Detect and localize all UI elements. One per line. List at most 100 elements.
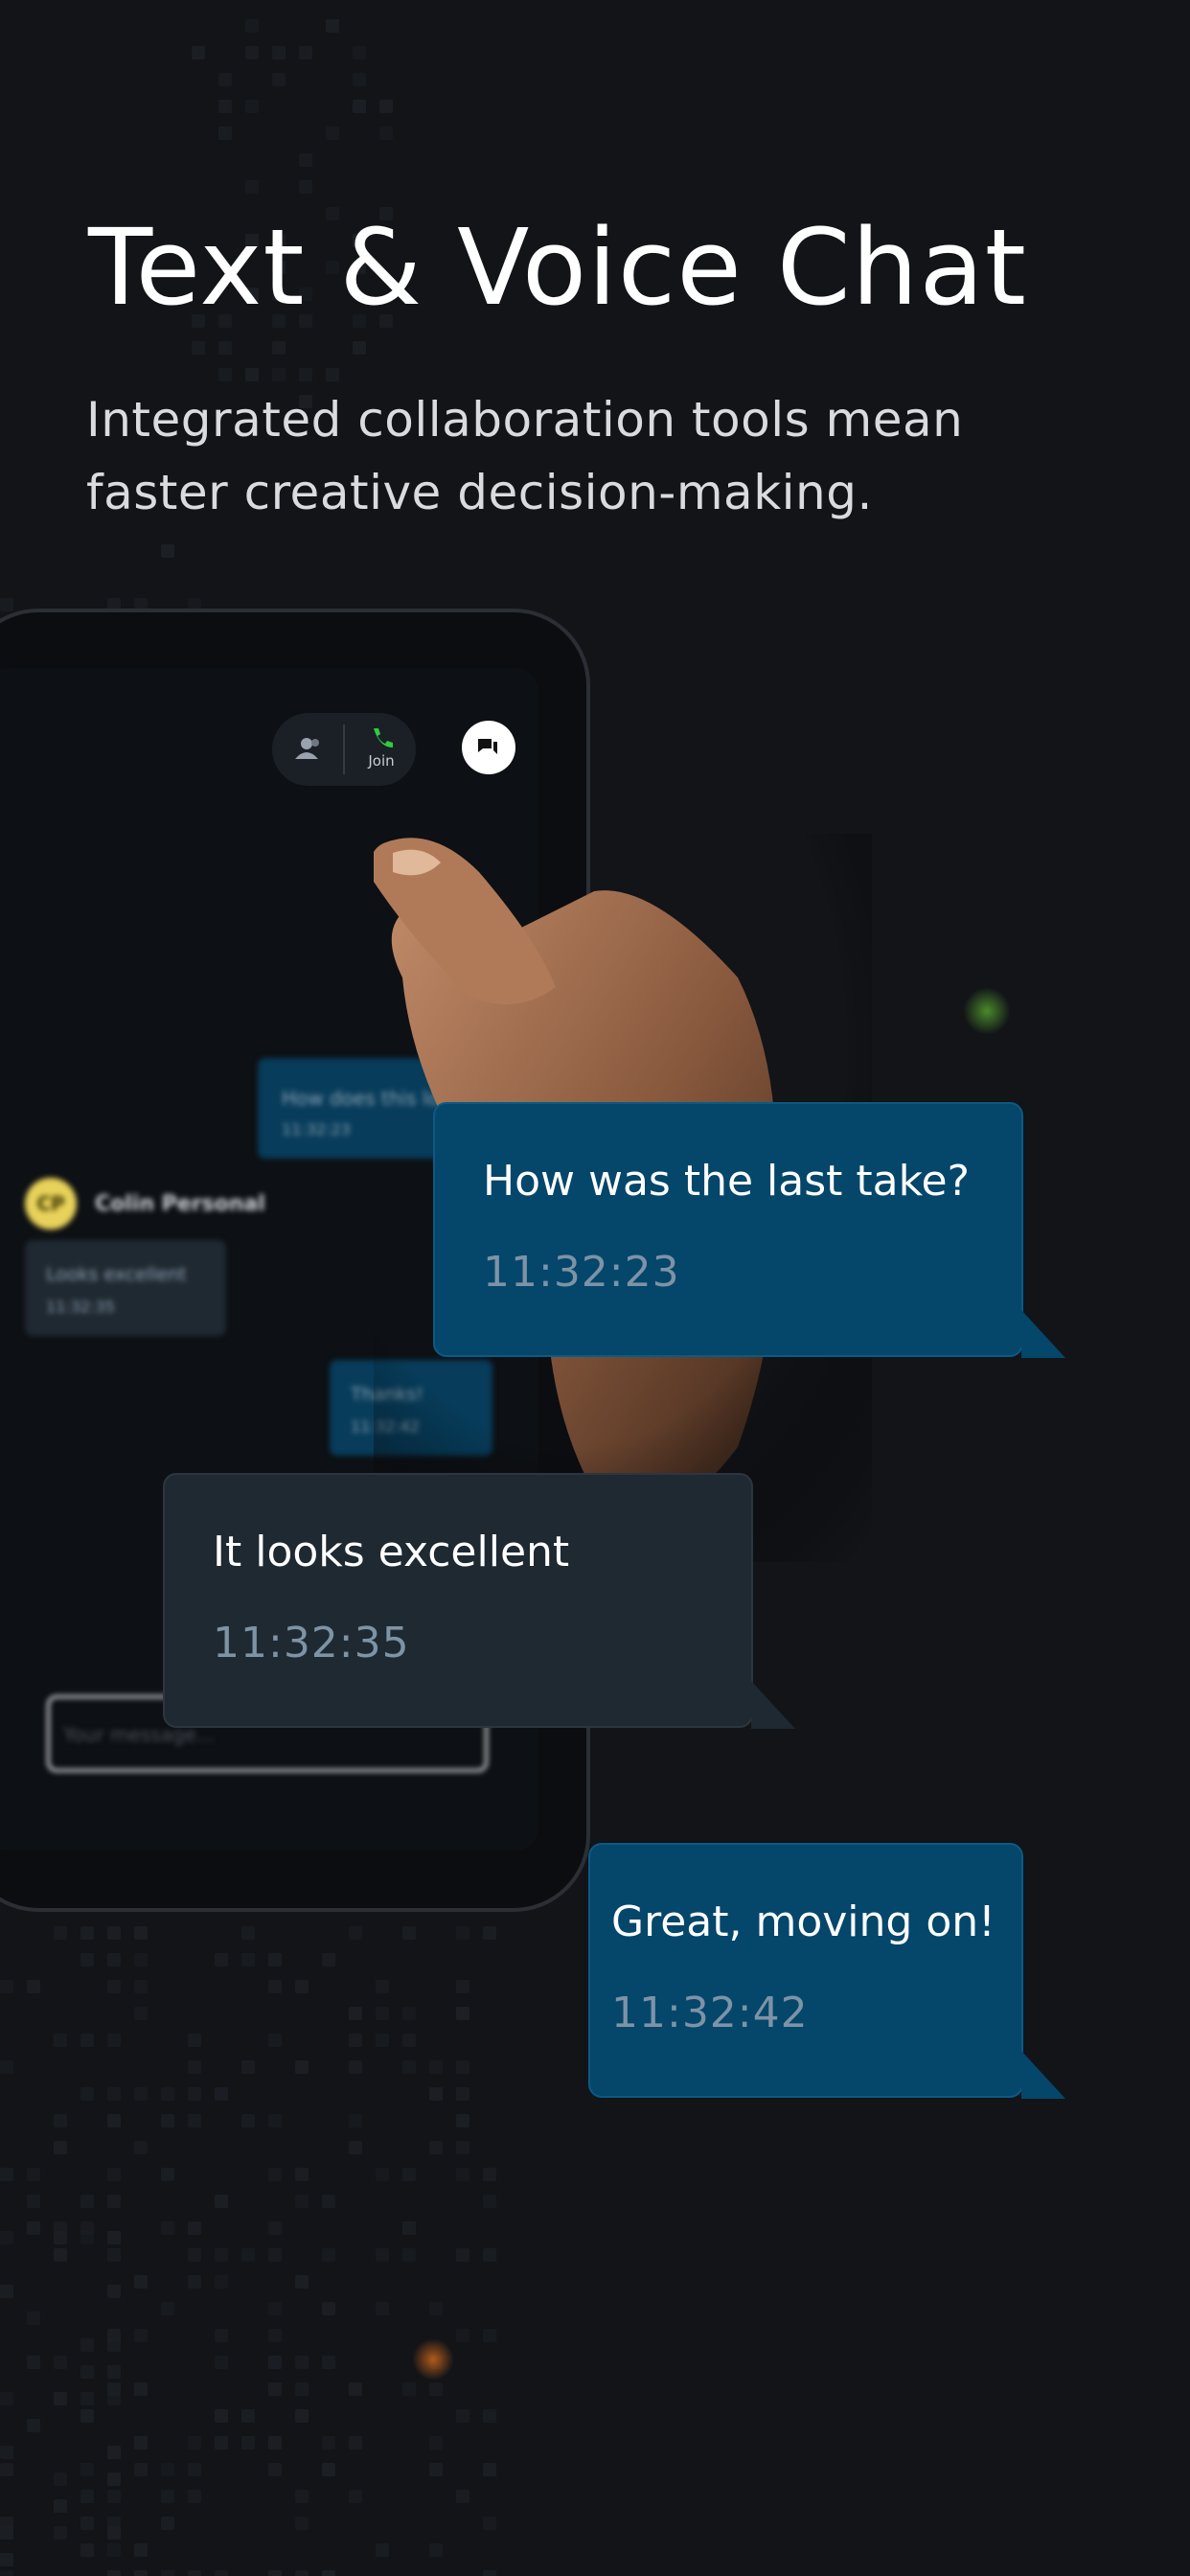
background-dot [107, 2526, 121, 2540]
background-dot [27, 2312, 40, 2325]
background-dot [27, 1980, 40, 1993]
background-dot [483, 2195, 496, 2208]
background-dot [107, 2543, 121, 2557]
blurred-time: 11:32:23 [282, 1120, 351, 1138]
background-dot [107, 2285, 121, 2298]
background-dot [80, 2543, 94, 2557]
background-dot [349, 2490, 362, 2503]
background-dot [268, 2114, 282, 2128]
background-dot [54, 2114, 67, 2128]
background-dot [349, 2034, 362, 2047]
background-dot [376, 1980, 389, 1993]
background-dot [218, 126, 232, 140]
background-dot [54, 2034, 67, 2047]
background-dot [54, 2141, 67, 2154]
message-text: How was the last take? [483, 1157, 970, 1206]
background-dot [218, 341, 232, 355]
avatar: CP [25, 1178, 77, 1230]
background-dot [429, 2087, 443, 2101]
background-dot [326, 126, 339, 140]
background-dot [188, 2436, 201, 2450]
background-dot [299, 153, 312, 167]
background-dot [107, 2329, 121, 2342]
chat-toggle-button[interactable] [462, 721, 515, 774]
bubble-tail [1021, 2051, 1065, 2099]
background-dot [241, 2060, 255, 2074]
background-dot [456, 2329, 469, 2342]
background-dot [161, 2114, 174, 2128]
background-dot [268, 2168, 282, 2181]
background-dot [295, 2060, 309, 2074]
background-dot [456, 2490, 469, 2503]
background-dot [456, 2007, 469, 2020]
background-dot [107, 2490, 121, 2503]
background-dot [322, 2570, 335, 2576]
background-dot [192, 46, 205, 59]
background-dot [429, 2141, 443, 2154]
background-dot [107, 1953, 121, 1966]
background-dot [215, 2329, 228, 2342]
background-dot [27, 2168, 40, 2181]
background-dot [0, 2060, 13, 2074]
background-dot [0, 2526, 13, 2540]
background-dot [268, 1980, 282, 1993]
background-dot [245, 100, 259, 113]
background-dot [299, 180, 312, 194]
background-dot [241, 2436, 255, 2450]
background-dot [107, 2365, 121, 2379]
background-dot [295, 2570, 309, 2576]
background-dot [0, 1980, 13, 1993]
background-dot [429, 2463, 443, 2476]
background-dot [107, 2195, 121, 2208]
background-dot [107, 2248, 121, 2262]
background-dot [295, 2382, 309, 2396]
background-dot [134, 2087, 148, 2101]
background-dot [54, 2248, 67, 2262]
background-dot [349, 1926, 362, 1940]
background-dot [107, 2114, 121, 2128]
message-text: It looks excellent [213, 1528, 570, 1576]
background-dot [268, 2463, 282, 2476]
background-dot [272, 46, 286, 59]
background-dot [295, 2275, 309, 2288]
background-dot [402, 2248, 416, 2262]
background-dot [107, 2087, 121, 2101]
background-dot [107, 1980, 121, 1993]
background-dot [188, 2221, 201, 2235]
background-dot [402, 2007, 416, 2020]
background-dot [429, 2382, 443, 2396]
background-dot [80, 2392, 94, 2405]
background-dot [349, 2060, 362, 2074]
background-dot [376, 2168, 389, 2181]
background-dot [161, 2302, 174, 2315]
background-dot [326, 19, 339, 33]
background-dot [402, 2221, 416, 2235]
background-dot [134, 2543, 148, 2557]
background-dot [107, 2231, 121, 2244]
background-dot [0, 2463, 13, 2476]
background-dot [456, 1980, 469, 1993]
background-dot [54, 2472, 67, 2486]
background-dot [80, 2463, 94, 2476]
background-dot [295, 2356, 309, 2369]
background-dot [376, 2543, 389, 2557]
chat-bubble-outgoing: Great, moving on! 11:32:42 [588, 1843, 1065, 2099]
background-dot [456, 2114, 469, 2128]
background-dot [188, 2034, 201, 2047]
background-dot [134, 1926, 148, 1940]
background-dot [295, 2517, 309, 2530]
background-dot [0, 2570, 13, 2576]
background-dot [241, 2248, 255, 2262]
background-dot [353, 46, 366, 59]
background-dot [188, 2060, 201, 2074]
background-dot [218, 368, 232, 381]
chat-bubble-incoming: It looks excellent 11:32:35 [163, 1473, 795, 1729]
background-dot [0, 2553, 13, 2566]
background-dot [54, 2392, 67, 2405]
background-dot [322, 2195, 335, 2208]
background-dot [241, 2114, 255, 2128]
background-dot [353, 100, 366, 113]
background-dot [215, 2248, 228, 2262]
background-dot [134, 2463, 148, 2476]
background-dot [268, 2221, 282, 2235]
